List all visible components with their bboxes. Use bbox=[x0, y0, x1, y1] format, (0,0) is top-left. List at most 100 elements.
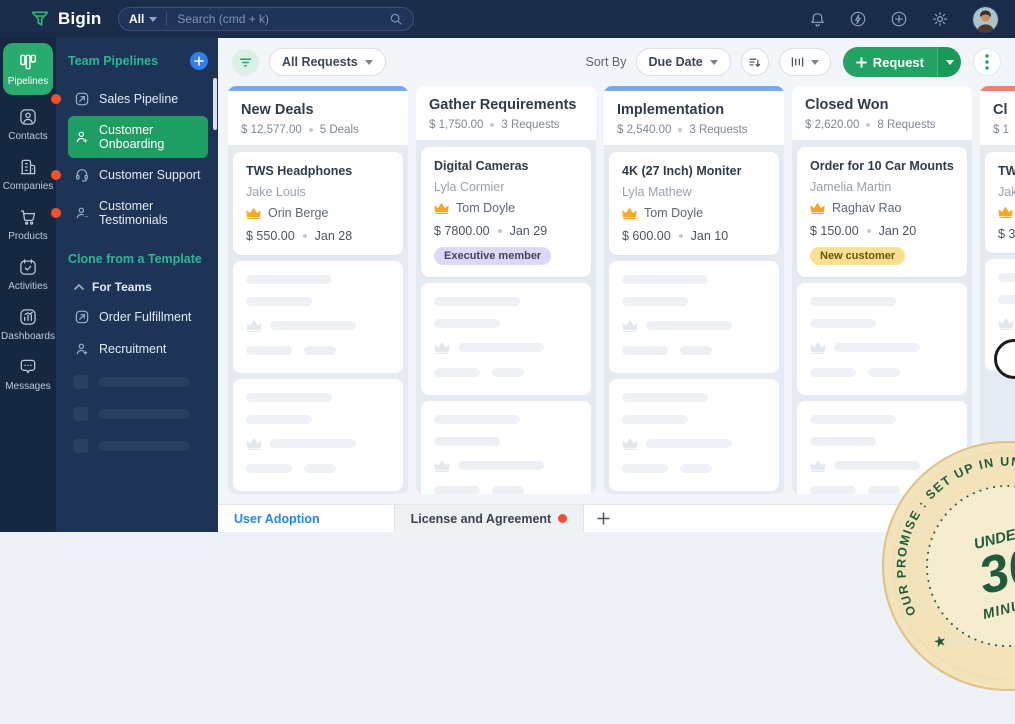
crown-placeholder-icon bbox=[810, 341, 826, 354]
top-bar: Bigin All bbox=[0, 0, 1015, 38]
sort-order-button[interactable] bbox=[740, 48, 769, 76]
search-input[interactable] bbox=[167, 12, 389, 26]
rail-item-products[interactable]: Products bbox=[0, 199, 56, 249]
contacts-icon bbox=[20, 109, 36, 125]
skeleton-card bbox=[609, 261, 779, 373]
chevron-up-icon bbox=[74, 284, 84, 290]
column-amount: $ 2,540.00 bbox=[617, 124, 672, 136]
clone-template-header: Clone from a Template bbox=[68, 252, 202, 266]
chevron-down-icon bbox=[810, 59, 819, 65]
skeleton-card bbox=[609, 379, 779, 491]
search-scope-dropdown[interactable]: All bbox=[129, 12, 168, 26]
person-plus-icon bbox=[76, 131, 88, 143]
plus-icon bbox=[597, 512, 610, 525]
template-skeleton-row bbox=[68, 430, 208, 462]
sort-by-label: Sort By bbox=[585, 55, 627, 69]
skeleton-card bbox=[797, 283, 967, 395]
columns-icon bbox=[791, 57, 803, 67]
tag-badge: New customer bbox=[810, 247, 906, 265]
deal-card[interactable]: Digital Cameras Lyla Cormier Tom Doyle $… bbox=[421, 147, 591, 277]
column-new-deals: New Deals $ 12,577.00 5 Deals TWS Headpho… bbox=[228, 86, 408, 494]
column-count: 3 Requests bbox=[501, 119, 560, 131]
quick-actions-flash-icon[interactable] bbox=[849, 10, 867, 28]
alert-dot bbox=[558, 514, 568, 523]
skeleton-card bbox=[233, 379, 403, 491]
kebab-menu-icon bbox=[985, 54, 989, 70]
chevron-down-icon bbox=[364, 59, 373, 65]
deal-card[interactable]: 4K (27 Inch) Moniter Lyla Mathew Tom Doy… bbox=[609, 152, 779, 255]
add-pipeline-button[interactable] bbox=[190, 52, 208, 70]
add-plus-circle-icon[interactable] bbox=[890, 10, 908, 28]
template-skeleton-row bbox=[68, 366, 208, 398]
crown-icon bbox=[810, 202, 825, 214]
rail-item-activities[interactable]: Activities bbox=[0, 249, 56, 299]
brand-name: Bigin bbox=[58, 9, 102, 28]
notifications-bell-icon[interactable] bbox=[809, 11, 826, 28]
crown-placeholder-icon bbox=[998, 317, 1014, 330]
crown-placeholder-icon bbox=[246, 319, 262, 332]
template-item-recruitment[interactable]: Recruitment bbox=[68, 334, 208, 364]
template-skeleton-row bbox=[68, 398, 208, 430]
pipeline-item-sales-pipeline[interactable]: Sales Pipeline bbox=[51, 84, 208, 114]
rail-item-pipelines[interactable]: Pipelines bbox=[3, 43, 53, 95]
filter-funnel-icon bbox=[239, 58, 252, 66]
due-date: Jan 29 bbox=[509, 224, 548, 238]
brand[interactable]: Bigin bbox=[0, 9, 118, 29]
bigin-funnel-logo-icon bbox=[30, 9, 50, 29]
notification-dot bbox=[51, 208, 61, 218]
request-dropdown-caret[interactable] bbox=[937, 47, 961, 77]
panel-scrollbar[interactable] bbox=[213, 78, 217, 130]
column-amount: $ 1 bbox=[993, 124, 1009, 136]
for-teams-group[interactable]: For Teams bbox=[68, 276, 208, 302]
tag-badge: Executive member bbox=[434, 247, 552, 265]
chevron-down-icon bbox=[709, 59, 718, 65]
add-request-button[interactable]: Request bbox=[842, 47, 961, 77]
plus-icon bbox=[855, 56, 867, 68]
column-implementation: Implementation $ 2,540.00 3 Requests 4K (… bbox=[604, 86, 784, 494]
column-count: 8 Requests bbox=[877, 119, 936, 131]
crown-icon bbox=[998, 206, 1013, 218]
column-header[interactable]: New Deals $ 12,577.00 5 Deals bbox=[228, 91, 408, 146]
crown-placeholder-icon bbox=[434, 341, 450, 354]
add-tab-button[interactable] bbox=[584, 505, 623, 532]
template-item-order-fulfillment[interactable]: Order Fulfillment bbox=[68, 302, 208, 332]
crown-icon bbox=[434, 202, 449, 214]
crown-placeholder-icon bbox=[434, 459, 450, 472]
team-pipelines-header: Team Pipelines bbox=[68, 54, 159, 68]
deal-card[interactable]: Order for 10 Car Mounts Jamelia Martin R… bbox=[797, 147, 967, 277]
due-date: Jan 10 bbox=[690, 229, 729, 243]
rail-item-dashboards[interactable]: Dashboards bbox=[0, 299, 56, 349]
sort-ascending-icon bbox=[749, 58, 760, 67]
rail-item-messages[interactable]: Messages bbox=[0, 349, 56, 399]
user-avatar[interactable] bbox=[972, 5, 999, 33]
rail-item-contacts[interactable]: Contacts bbox=[0, 99, 56, 149]
skeleton-card bbox=[421, 283, 591, 395]
rail-item-companies[interactable]: Companies bbox=[0, 149, 56, 199]
column-layout-dropdown[interactable] bbox=[778, 48, 831, 76]
filter-button[interactable] bbox=[232, 48, 259, 76]
view-filter-dropdown[interactable]: All Requests bbox=[269, 48, 386, 76]
deal-card[interactable]: TW Jak $ 3 bbox=[985, 152, 1015, 253]
global-search[interactable]: All bbox=[118, 7, 414, 31]
tab-license-agreement[interactable]: License and Agreement bbox=[393, 505, 585, 532]
column-header[interactable]: Closed Won $ 2,620.00 8 Requests bbox=[792, 86, 972, 141]
pipeline-item-customer-onboarding[interactable]: Customer Onboarding bbox=[68, 116, 208, 158]
column-header[interactable]: Implementation $ 2,540.00 3 Requests bbox=[604, 91, 784, 146]
pipeline-item-customer-support[interactable]: Customer Support bbox=[51, 160, 208, 190]
chevron-down-icon bbox=[149, 16, 158, 22]
tab-user-adoption[interactable]: User Adoption bbox=[218, 505, 336, 532]
crown-icon bbox=[622, 207, 637, 219]
more-options-button[interactable] bbox=[973, 48, 1001, 76]
nav-rail: Pipelines Contacts Companies Products Ac… bbox=[0, 38, 56, 532]
settings-gear-icon[interactable] bbox=[931, 10, 949, 28]
board-toolbar: All Requests Sort By Due Date Request bbox=[218, 38, 1015, 86]
person-star-icon bbox=[76, 207, 88, 219]
due-date: Jan 28 bbox=[314, 229, 353, 243]
column-header[interactable]: Cl $ 1 bbox=[980, 91, 1015, 146]
sort-field-dropdown[interactable]: Due Date bbox=[635, 48, 731, 76]
pipeline-item-customer-testimonials[interactable]: Customer Testimonials bbox=[51, 192, 208, 234]
deal-card[interactable]: TWS Headphones Jake Louis Orin Berge $ 5… bbox=[233, 152, 403, 255]
skeleton-card bbox=[421, 401, 591, 494]
notification-dot bbox=[51, 94, 61, 104]
column-header[interactable]: Gather Requirements $ 1,750.00 3 Requests bbox=[416, 86, 596, 141]
